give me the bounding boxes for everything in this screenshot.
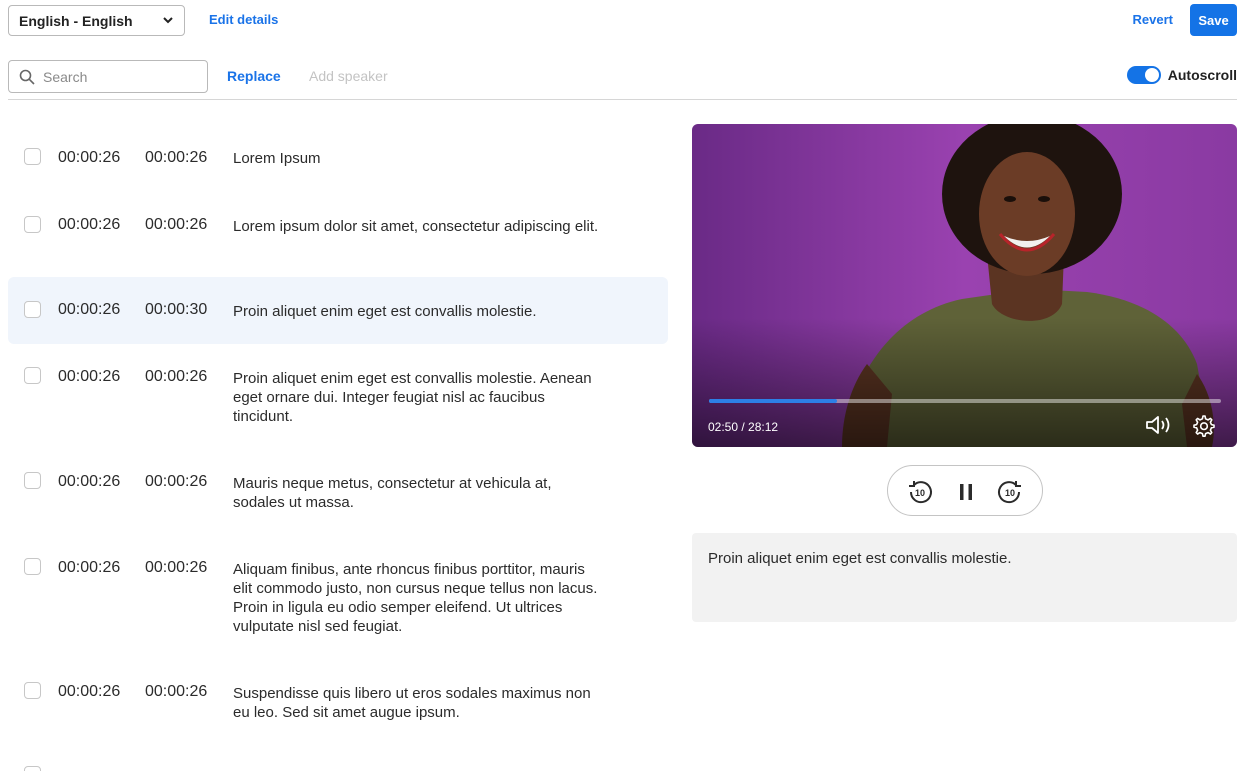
row-checkbox[interactable]: [24, 682, 41, 699]
end-time[interactable]: 00:00:26: [145, 559, 207, 577]
caption-row[interactable]: 00:00:26 00:00:26 Proin aliquet enim ege…: [8, 360, 668, 440]
pause-icon[interactable]: [952, 478, 980, 506]
caption-row[interactable]: 00:00:26 00:00:26 Lorem Ipsum: [8, 128, 668, 188]
end-time[interactable]: 00:00:26: [145, 473, 207, 491]
caption-row-partial[interactable]: [8, 756, 668, 771]
progress-fill: [709, 399, 837, 403]
caption-text[interactable]: Lorem Ipsum: [233, 149, 603, 168]
search-icon: [19, 69, 35, 85]
row-checkbox[interactable]: [24, 216, 41, 233]
autoscroll-label: Autoscroll: [1167, 67, 1237, 83]
start-time[interactable]: 00:00:26: [58, 216, 120, 234]
start-time[interactable]: 00:00:26: [58, 683, 120, 701]
edit-details-link[interactable]: Edit details: [209, 12, 278, 27]
toggle-knob: [1144, 68, 1159, 82]
end-time[interactable]: 00:00:26: [145, 683, 207, 701]
chevron-down-icon: [163, 17, 173, 24]
caption-row[interactable]: 00:00:26 00:00:26 Aliquam finibus, ante …: [8, 550, 668, 640]
start-time[interactable]: 00:00:26: [58, 368, 120, 386]
search-input[interactable]: Search: [8, 60, 208, 93]
caption-row-active[interactable]: 00:00:26 00:00:30 Proin aliquet enim ege…: [8, 277, 668, 344]
end-time[interactable]: 00:00:26: [145, 368, 207, 386]
caption-text[interactable]: Mauris neque metus, consectetur at vehic…: [233, 474, 603, 512]
end-time[interactable]: 00:00:30: [145, 301, 207, 319]
end-time[interactable]: 00:00:26: [145, 149, 207, 167]
caption-text[interactable]: Suspendisse quis libero ut eros sodales …: [233, 684, 603, 722]
row-checkbox[interactable]: [24, 558, 41, 575]
caption-text[interactable]: Aliquam finibus, ante rhoncus finibus po…: [233, 560, 603, 636]
caption-row[interactable]: 00:00:26 00:00:26 Suspendisse quis liber…: [8, 670, 668, 730]
caption-preview: Proin aliquet enim eget est convallis mo…: [692, 533, 1237, 622]
caption-row[interactable]: 00:00:26 00:00:26 Mauris neque metus, co…: [8, 460, 668, 520]
video-player[interactable]: 02:50 / 28:12: [692, 124, 1237, 447]
divider: [8, 99, 1237, 100]
save-button[interactable]: Save: [1190, 4, 1237, 36]
row-checkbox[interactable]: [24, 367, 41, 384]
language-select-value: English - English: [19, 12, 133, 29]
caption-text[interactable]: Lorem ipsum dolor sit amet, consectetur …: [233, 217, 603, 236]
time-readout: 02:50 / 28:12: [708, 420, 779, 434]
rewind-10-icon[interactable]: 10: [906, 478, 934, 506]
revert-button[interactable]: Revert: [1133, 12, 1173, 27]
playback-controls: 10 10: [887, 465, 1043, 516]
svg-text:10: 10: [915, 488, 925, 498]
caption-text[interactable]: Proin aliquet enim eget est convallis mo…: [233, 369, 603, 426]
start-time[interactable]: 00:00:26: [58, 301, 120, 319]
caption-text[interactable]: Proin aliquet enim eget est convallis mo…: [233, 302, 603, 321]
volume-icon[interactable]: [1144, 413, 1174, 437]
caption-row[interactable]: 00:00:26 00:00:26 Lorem ipsum dolor sit …: [8, 200, 668, 260]
autoscroll-toggle[interactable]: [1126, 66, 1161, 84]
svg-text:10: 10: [1005, 488, 1015, 498]
caption-preview-text: Proin aliquet enim eget est convallis mo…: [708, 550, 1012, 567]
search-placeholder: Search: [43, 68, 88, 85]
row-checkbox[interactable]: [24, 472, 41, 489]
row-checkbox[interactable]: [24, 301, 41, 318]
autoscroll-control[interactable]: Autoscroll: [1126, 66, 1237, 84]
forward-10-icon[interactable]: 10: [996, 478, 1024, 506]
start-time[interactable]: 00:00:26: [58, 559, 120, 577]
end-time[interactable]: 00:00:26: [145, 216, 207, 234]
start-time[interactable]: 00:00:26: [58, 149, 120, 167]
row-checkbox[interactable]: [24, 148, 41, 165]
replace-button[interactable]: Replace: [227, 68, 281, 84]
start-time[interactable]: 00:00:26: [58, 473, 120, 491]
progress-bar[interactable]: [709, 399, 1221, 403]
add-speaker-button[interactable]: Add speaker: [309, 68, 388, 84]
gear-icon[interactable]: [1191, 414, 1215, 438]
row-checkbox[interactable]: [24, 766, 41, 771]
language-select[interactable]: English - English: [8, 5, 185, 36]
